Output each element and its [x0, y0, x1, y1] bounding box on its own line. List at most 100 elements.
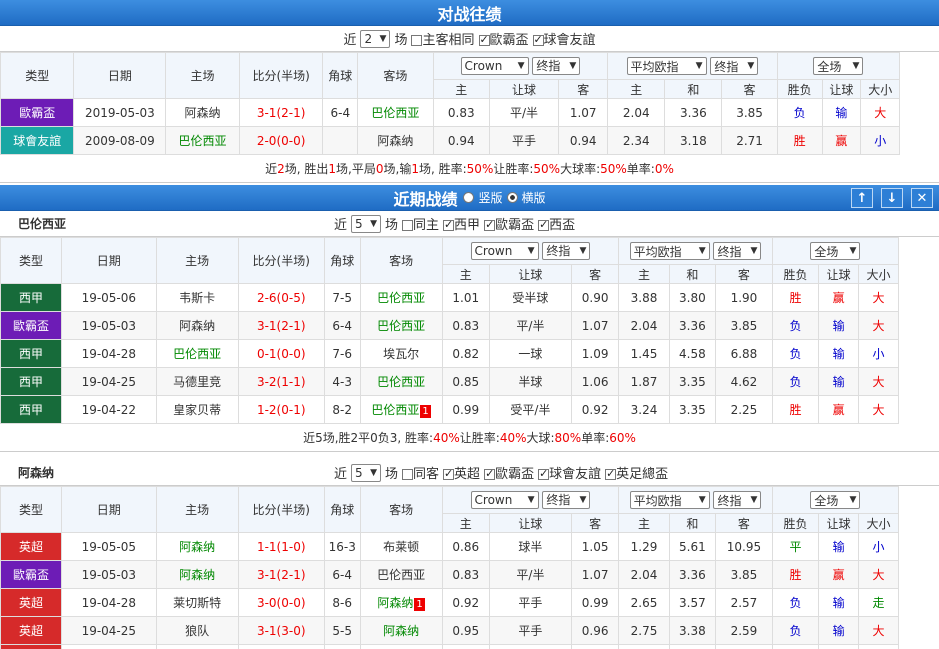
asian-final-select[interactable]: 终指 ▼	[542, 490, 591, 509]
avg-euro-select[interactable]: 平均欧指 ▼	[629, 242, 710, 260]
league-badge[interactable]: 歐霸盃	[0, 560, 62, 589]
league-badge[interactable]: 西甲	[0, 367, 62, 396]
horizontal-radio[interactable]	[506, 192, 518, 203]
euro-final-select[interactable]: 终指 ▼	[713, 491, 762, 509]
company-select[interactable]: Crown ▼	[470, 242, 539, 261]
home-team[interactable]: 阿森纳	[155, 311, 239, 340]
match-score[interactable]: 2-6(0-5)	[237, 283, 325, 312]
match-score[interactable]: 3-2(1-1)	[237, 367, 325, 396]
away-team[interactable]: 巴伦西亚 1	[359, 395, 443, 424]
table-row[interactable]: 西甲 19-04-28 巴伦西亚 0-1(0-0) 7-6 埃瓦尔 0.82 一球 1.09 1.…	[0, 339, 939, 368]
away-team[interactable]: 巴伦西亚	[359, 560, 443, 589]
euro-final-select[interactable]: 终指 ▼	[713, 242, 762, 260]
away-team[interactable]: 巴伦西亚	[359, 311, 443, 340]
table-row[interactable]: 英超 19-05-05 阿森纳 1-1(1-0) 16-3 布莱顿 0.86 球半 1.05 1.…	[0, 532, 939, 561]
filter-option[interactable]: 歐霸盃	[484, 463, 534, 482]
asian-final-select[interactable]: 终指 ▼	[542, 241, 591, 260]
filter-option[interactable]: 球會友誼	[538, 463, 601, 482]
match-score[interactable]: 3-1(3-0)	[237, 616, 325, 645]
league-badge[interactable]: 英超	[0, 532, 62, 561]
filter-option[interactable]: 同客	[402, 463, 439, 482]
league-badge[interactable]: 球會友誼	[0, 126, 75, 155]
euro-final-select[interactable]: 终指 ▼	[710, 57, 759, 75]
away-team[interactable]: 巴伦西亚	[359, 367, 443, 396]
away-team[interactable]: 埃瓦尔	[359, 339, 443, 368]
checkbox[interactable]	[538, 467, 550, 480]
filter-option[interactable]: 主客相同	[411, 29, 475, 48]
away-team[interactable]: 水晶宫	[359, 644, 443, 649]
match-count-select[interactable]: 5 ▼	[351, 214, 382, 233]
away-team[interactable]: 布莱顿	[359, 532, 443, 561]
league-badge[interactable]: 歐霸盃	[0, 98, 75, 127]
filter-option[interactable]: 西盃	[538, 214, 575, 233]
asian-final-select[interactable]: 终指 ▼	[532, 56, 581, 75]
filter-option[interactable]: 歐霸盃	[484, 214, 534, 233]
checkbox[interactable]	[484, 467, 496, 480]
checkbox[interactable]	[443, 218, 455, 231]
table-row[interactable]: 英超 19-04-25 狼队 3-1(3-0) 5-5 阿森纳 0.95 平手 0.96 2.75…	[0, 616, 939, 645]
company-select[interactable]: Crown ▼	[460, 57, 529, 76]
match-score[interactable]: 0-1(0-0)	[237, 339, 325, 368]
home-team[interactable]: 莱切斯特	[155, 588, 239, 617]
checkbox[interactable]	[538, 218, 550, 231]
league-badge[interactable]: 西甲	[0, 339, 62, 368]
checkbox[interactable]	[402, 469, 414, 480]
league-badge[interactable]: 英超	[0, 644, 62, 649]
table-row[interactable]: 英超19-04-21阿森纳2-3(0-1)8-3水晶宫1.09一/球半0.821…	[0, 644, 939, 649]
match-score[interactable]: 1-1(1-0)	[237, 532, 325, 561]
away-team[interactable]: 巴伦西亚	[359, 283, 443, 312]
home-team[interactable]: 巴伦西亚	[165, 126, 240, 155]
scope-select[interactable]: 全场 ▼	[810, 491, 861, 509]
avg-euro-select[interactable]: 平均欧指 ▼	[626, 57, 707, 75]
table-row[interactable]: 英超 19-04-28 莱切斯特 3-0(0-0) 8-6 阿森纳 1 0.92 平手 0.99 2…	[0, 588, 939, 617]
match-score[interactable]: 3-1(2-1)	[237, 560, 325, 589]
checkbox[interactable]	[478, 33, 490, 46]
checkbox[interactable]	[605, 467, 617, 480]
table-row[interactable]: 西甲 19-04-22 皇家贝蒂 1-2(0-1) 8-2 巴伦西亚 1 0.99 受平/半 0.…	[0, 395, 939, 424]
checkbox[interactable]	[402, 220, 414, 231]
league-badge[interactable]: 歐霸盃	[0, 311, 62, 340]
table-row[interactable]: 歐霸盃 2019-05-03 阿森纳 3-1(2-1) 6-4 巴伦西亚 0.83 平/半 1.…	[0, 98, 939, 127]
league-badge[interactable]: 西甲	[0, 395, 62, 424]
filter-option[interactable]: 球會友誼	[532, 29, 596, 48]
home-team[interactable]: 狼队	[155, 616, 239, 645]
checkbox[interactable]	[443, 467, 455, 480]
filter-option[interactable]: 同主	[402, 214, 439, 233]
match-score[interactable]: 2-3(0-1)	[237, 644, 325, 649]
scope-select[interactable]: 全场 ▼	[813, 57, 864, 75]
match-score[interactable]: 2-0(0-0)	[238, 126, 324, 155]
league-badge[interactable]: 西甲	[0, 283, 62, 312]
table-row[interactable]: 西甲 19-05-06 韦斯卡 2-6(0-5) 7-5 巴伦西亚 1.01 受半球 0.90 3…	[0, 283, 939, 312]
filter-option[interactable]: 歐霸盃	[478, 29, 529, 48]
table-row[interactable]: 歐霸盃 19-05-03 阿森纳 3-1(2-1) 6-4 巴伦西亚 0.83 平/半 1.07…	[0, 311, 939, 340]
home-team[interactable]: 阿森纳	[155, 560, 239, 589]
match-score[interactable]: 3-1(2-1)	[238, 98, 324, 127]
filter-option[interactable]: 西甲	[443, 214, 480, 233]
avg-euro-select[interactable]: 平均欧指 ▼	[629, 491, 710, 509]
away-team[interactable]: 阿森纳	[357, 126, 434, 155]
down-arrow-icon[interactable]: ↓	[881, 188, 903, 208]
home-team[interactable]: 韦斯卡	[155, 283, 239, 312]
away-team[interactable]: 阿森纳	[359, 616, 443, 645]
checkbox[interactable]	[484, 218, 496, 231]
company-select[interactable]: Crown ▼	[470, 491, 539, 510]
checkbox[interactable]	[532, 33, 544, 46]
filter-option[interactable]: 英超	[443, 463, 480, 482]
scope-select[interactable]: 全场 ▼	[810, 242, 861, 260]
match-count-select[interactable]: 2 ▼	[360, 29, 391, 48]
home-team[interactable]: 阿森纳	[155, 644, 239, 649]
checkbox[interactable]	[411, 35, 423, 46]
league-badge[interactable]: 英超	[0, 616, 62, 645]
match-count-select[interactable]: 5 ▼	[351, 463, 382, 482]
league-badge[interactable]: 英超	[0, 588, 62, 617]
table-row[interactable]: 球會友誼 2009-08-09 巴伦西亚 2-0(0-0) 阿森纳 0.94 平手 0.94 2…	[0, 126, 939, 155]
home-team[interactable]: 阿森纳	[165, 98, 240, 127]
up-arrow-icon[interactable]: ↑	[851, 188, 873, 208]
home-team[interactable]: 马德里竞	[155, 367, 239, 396]
match-score[interactable]: 3-1(2-1)	[237, 311, 325, 340]
table-row[interactable]: 西甲 19-04-25 马德里竞 3-2(1-1) 4-3 巴伦西亚 0.85 半球 1.06 1…	[0, 367, 939, 396]
match-score[interactable]: 1-2(0-1)	[237, 395, 325, 424]
away-team[interactable]: 巴伦西亚	[357, 98, 434, 127]
home-team[interactable]: 皇家贝蒂	[155, 395, 239, 424]
filter-option[interactable]: 英足總盃	[605, 463, 668, 482]
